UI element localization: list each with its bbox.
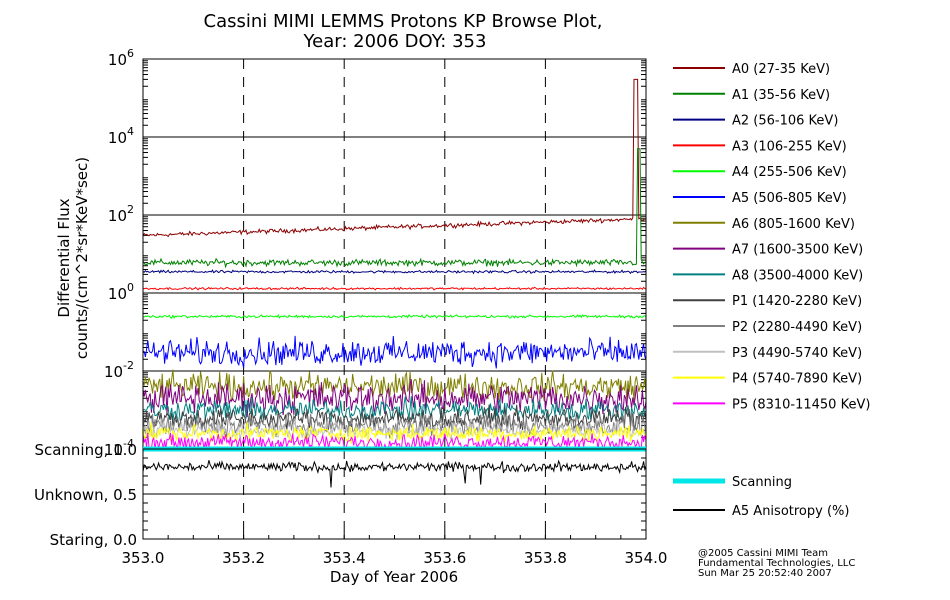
legend-label-4: A4 (255-506 KeV): [732, 165, 847, 180]
flux-series-line-0: [142, 78, 647, 238]
flux-y-tick-labels: 10610410210010-210-4: [104, 47, 134, 459]
x-tick-label-1: 353.2: [222, 549, 265, 567]
legend-label-8: A8 (3500-4000 KeV): [732, 268, 863, 283]
flux-y-tick-base: 10: [108, 129, 127, 147]
legend-label-6: A6 (805-1600 KeV): [732, 217, 855, 232]
y-axis-label-line1: Differential Flux: [55, 198, 73, 317]
y-axis-label-line2: counts/(cm^2*sr*KeV*sec): [73, 157, 91, 359]
flux-y-tick-base: 10: [104, 363, 123, 381]
legend-label-3: A3 (106-255 KeV): [732, 139, 847, 154]
x-tick-label-3: 353.6: [423, 549, 466, 567]
flux-y-tick-label-4: 10-2: [104, 359, 134, 381]
x-axis-label: Day of Year 2006: [330, 568, 458, 586]
x-tick-label-4: 353.8: [524, 549, 567, 567]
chart-title-line1: Cassini MIMI LEMMS Protons KP Browse Plo…: [204, 11, 603, 32]
legend-lower-label-1: A5 Anisotropy (%): [732, 504, 849, 519]
credit-line-3: Sun Mar 25 20:52:40 2007: [698, 568, 832, 579]
chart-root: Cassini MIMI LEMMS Protons KP Browse Plo…: [34, 11, 870, 586]
flux-y-tick-label-3: 100: [108, 281, 134, 303]
x-tick-label-0: 353.0: [122, 549, 165, 567]
mode-y-label-1: Unknown, 0.5: [34, 486, 137, 504]
chart-title-line2: Year: 2006 DOY: 353: [303, 31, 487, 52]
flux-y-tick-exponent: 4: [127, 125, 134, 138]
flux-y-tick-label-2: 102: [108, 203, 134, 225]
anisotropy-series-line: [142, 459, 647, 488]
flux-y-tick-exponent: 0: [127, 281, 134, 294]
legend-label-13: P5 (8310-11450 KeV): [732, 397, 870, 412]
flux-series-line-4: [143, 313, 647, 319]
flux-series-line-3: [142, 286, 647, 291]
flux-y-tick-base: 10: [108, 207, 127, 225]
mode-series-group: [142, 446, 647, 488]
flux-plot-panel: 10610410210010-210-4: [104, 47, 647, 459]
mode-plot-panel: Scanning, 1.0 Unknown, 0.5 Staring, 0.0: [34, 441, 647, 549]
mode-grid: [143, 448, 646, 540]
legend-label-12: P4 (5740-7890 KeV): [732, 372, 862, 387]
legend-label-2: A2 (56-106 KeV): [732, 114, 838, 129]
legend-label-0: A0 (27-35 KeV): [732, 62, 830, 77]
y-axis-label: Differential Flux counts/(cm^2*sr*KeV*se…: [55, 157, 91, 359]
flux-series-line-1: [142, 148, 647, 269]
mode-y-label-2: Staring, 0.0: [50, 531, 137, 549]
legend-label-9: P1 (1420-2280 KeV): [732, 294, 862, 309]
legend-label-10: P2 (2280-4490 KeV): [732, 320, 862, 335]
flux-series-line-5: [142, 335, 647, 369]
flux-series-line-2: [142, 269, 647, 275]
x-tick-labels: 353.0 353.2 353.4 353.6 353.8 354.0: [122, 531, 668, 567]
legend-lower: Scanning A5 Anisotropy (%): [673, 475, 849, 519]
mode-y-labels: Scanning, 1.0 Unknown, 0.5 Staring, 0.0: [34, 441, 137, 549]
legend-label-5: A5 (506-805 KeV): [732, 191, 847, 206]
legend-label-1: A1 (35-56 KeV): [732, 88, 830, 103]
flux-y-tick-exponent: -2: [123, 359, 134, 372]
flux-y-tick-exponent: 6: [127, 47, 134, 60]
x-tick-label-5: 354.0: [625, 549, 668, 567]
legend: A0 (27-35 KeV) A1 (35-56 KeV) A2 (56-106 K…: [673, 62, 870, 412]
flux-y-tick-base: 10: [108, 51, 127, 69]
flux-y-tick-base: 10: [108, 285, 127, 303]
x-tick-label-2: 353.4: [323, 549, 366, 567]
legend-label-11: P3 (4490-5740 KeV): [732, 346, 862, 361]
flux-y-tick-label-0: 106: [108, 47, 134, 69]
legend-lower-label-0: Scanning: [732, 475, 792, 490]
flux-y-tick-exponent: 2: [127, 203, 134, 216]
mode-y-label-0: Scanning, 1.0: [34, 441, 137, 459]
legend-label-7: A7 (1600-3500 KeV): [732, 243, 863, 258]
flux-series-group: [142, 78, 647, 451]
flux-y-tick-label-1: 104: [108, 125, 134, 147]
